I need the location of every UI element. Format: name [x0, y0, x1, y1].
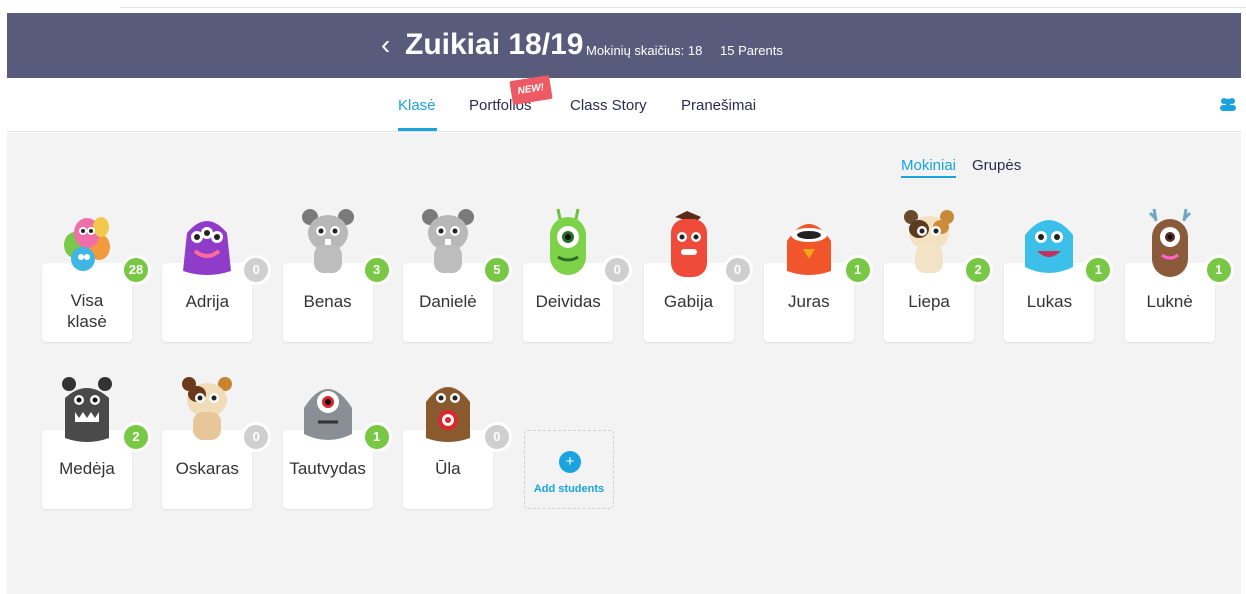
orange-monster-avatar	[777, 205, 841, 281]
student-name: Medėja	[59, 459, 115, 478]
class-title: Zuikiai 18/19	[405, 28, 584, 61]
points-badge: 0	[602, 255, 633, 285]
red-monster-avatar	[657, 205, 721, 281]
tab-klase[interactable]: Klasė	[398, 97, 436, 114]
points-badge: 1	[842, 255, 873, 285]
points-badge: 0	[241, 422, 272, 452]
student-name: Liepa	[908, 292, 950, 311]
points-badge: 1	[1083, 255, 1114, 285]
points-badge: 2	[121, 422, 151, 452]
class-nav: Klasė Portfolios NEW! Class Story Praneš…	[7, 75, 1241, 132]
student-name: Ūla	[435, 459, 461, 478]
toggle-students[interactable]: Mokiniai	[901, 157, 957, 178]
student-name: Luknė	[1146, 292, 1193, 311]
student-name: Deividas	[535, 292, 601, 311]
parents-count[interactable]: 15 Parents	[720, 43, 783, 58]
green-one-eyed-monster-avatar	[536, 205, 600, 281]
black-monster-avatar	[55, 372, 119, 448]
calico-hamster-monster-avatar	[897, 205, 961, 281]
student-name: Benas	[303, 292, 352, 311]
student-name: Tautvydas	[289, 459, 366, 478]
class-roster: Mokiniai Grupės Visa klasė 28 Adrija 0 Bena…	[7, 133, 1241, 594]
student-name: Oskaras	[175, 459, 239, 478]
student-name: Juras	[788, 292, 830, 311]
student-name: Danielė	[419, 292, 477, 311]
student-name: Visa klasė	[67, 291, 107, 331]
add-students-button[interactable]: + Add students	[524, 430, 614, 509]
tab-pranesimai[interactable]: Pranešimai	[681, 97, 756, 114]
people-icon-svg	[1220, 98, 1236, 111]
points-badge: 0	[722, 255, 753, 285]
whole-class-monsters-avatar	[55, 205, 119, 281]
tab-class-story[interactable]: Class Story	[570, 97, 647, 114]
points-badge: 0	[241, 255, 272, 285]
grey-one-eyed-monster-avatar	[296, 372, 360, 448]
points-badge: 1	[361, 422, 392, 452]
student-name: Adrija	[185, 292, 230, 311]
brown-hamster-monster-avatar	[175, 372, 239, 448]
student-name: Lukas	[1026, 292, 1073, 311]
students-count: Mokinių skaičius: 18	[586, 43, 703, 58]
browser-top-strip	[120, 0, 1246, 8]
active-tab-indicator	[398, 128, 437, 131]
chevron-left-icon[interactable]: ‹	[381, 31, 390, 59]
purple-monster-avatar	[175, 205, 239, 281]
points-badge: 3	[361, 255, 392, 285]
class-header: ‹ Zuikiai 18/19 Mokinių skaičius: 18 15 …	[7, 13, 1241, 78]
points-badge: 5	[481, 255, 512, 285]
brown-antler-monster-avatar	[1138, 205, 1202, 281]
points-badge: 0	[481, 422, 512, 452]
grey-hamster-monster-avatar	[296, 205, 360, 281]
grey-hamster-monster-avatar	[416, 205, 480, 281]
points-badge: 28	[121, 255, 151, 285]
plus-icon: +	[559, 451, 581, 473]
toggle-groups[interactable]: Grupės	[972, 157, 1021, 174]
add-students-label: Add students	[533, 483, 605, 495]
points-badge: 2	[963, 255, 994, 285]
people-icon[interactable]	[1219, 97, 1237, 114]
student-name: Gabija	[663, 292, 714, 311]
blue-furry-monster-avatar	[1017, 205, 1081, 281]
brown-owl-monster-avatar	[416, 372, 480, 448]
points-badge: 1	[1203, 255, 1234, 285]
new-badge: NEW!	[509, 75, 553, 105]
